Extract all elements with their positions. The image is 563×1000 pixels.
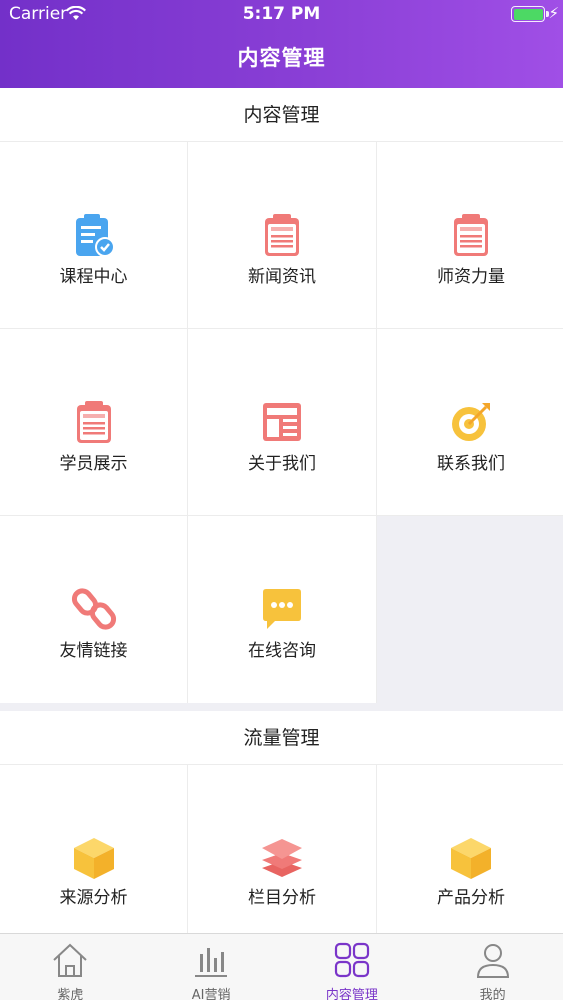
tile-label: 来源分析 (59, 888, 128, 908)
tab-content-management[interactable]: 内容管理 (282, 934, 423, 1000)
tile-label: 联系我们 (437, 454, 505, 474)
target-icon (448, 399, 494, 445)
user-icon (476, 944, 509, 978)
tab-mine[interactable]: 我的 (422, 934, 563, 1000)
tile-label: 关于我们 (248, 454, 316, 474)
battery-icon (511, 6, 545, 22)
tile-course-center[interactable]: 课程中心 (0, 142, 187, 328)
section-title-content: 内容管理 (0, 88, 563, 142)
chat-bubble-icon (259, 586, 305, 632)
tile-news[interactable]: 新闻资讯 (188, 142, 376, 328)
tile-label: 栏目分析 (248, 888, 316, 908)
tile-label: 师资力量 (437, 267, 505, 287)
tile-about-us[interactable]: 关于我们 (188, 329, 376, 515)
content-grid: 课程中心 新闻资讯 师资力量 学员展示 关于我们 联系我们 友情链接 在线咨询 (0, 142, 563, 703)
traffic-grid: 来源分析 栏目分析 产品分析 (0, 765, 563, 935)
tab-label: 内容管理 (325, 988, 378, 1000)
tab-label: 紫虎 (57, 988, 84, 1000)
tile-product-analysis[interactable]: 产品分析 (377, 765, 563, 935)
newspaper-icon (259, 399, 305, 445)
link-icon (71, 586, 117, 632)
tile-label: 在线咨询 (248, 641, 316, 661)
header: Carrier 5:17 PM ⚡ 内容管理 (0, 0, 563, 88)
section-title-traffic: 流量管理 (0, 711, 563, 765)
tile-label: 产品分析 (437, 888, 505, 908)
tile-label: 新闻资讯 (248, 267, 316, 287)
tab-bar: 紫虎 AI营销 内容管理 我的 (0, 933, 563, 1000)
tile-teachers[interactable]: 师资力量 (377, 142, 563, 328)
empty-tile (377, 516, 563, 703)
tile-friend-links[interactable]: 友情链接 (0, 516, 187, 703)
tile-label: 课程中心 (59, 267, 128, 287)
status-time: 5:17 PM (242, 4, 321, 24)
tab-home[interactable]: 紫虎 (0, 934, 141, 1000)
tab-label: 我的 (479, 988, 506, 1000)
tile-label: 友情链接 (59, 641, 128, 661)
tab-ai-marketing[interactable]: AI营销 (141, 934, 282, 1000)
home-icon (53, 943, 88, 977)
tab-label: AI营销 (191, 988, 231, 1000)
clipboard-check-icon (71, 212, 117, 258)
resume-icon (259, 212, 305, 258)
grid-icon (334, 942, 369, 978)
layers-icon (259, 835, 305, 881)
status-bar: Carrier 5:17 PM ⚡ (0, 0, 563, 30)
box-icon (448, 835, 494, 881)
resume-icon (448, 212, 494, 258)
tile-online-consult[interactable]: 在线咨询 (188, 516, 376, 703)
page-title: 内容管理 (237, 46, 326, 70)
tile-label: 学员展示 (59, 454, 128, 474)
box-icon (71, 835, 117, 881)
tile-column-analysis[interactable]: 栏目分析 (188, 765, 376, 935)
tile-source-analysis[interactable]: 来源分析 (0, 765, 187, 935)
tile-students[interactable]: 学员展示 (0, 329, 187, 515)
bar-chart-icon (195, 948, 228, 977)
tile-contact-us[interactable]: 联系我们 (377, 329, 563, 515)
resume-icon (71, 399, 117, 445)
charging-icon: ⚡ (548, 4, 559, 22)
